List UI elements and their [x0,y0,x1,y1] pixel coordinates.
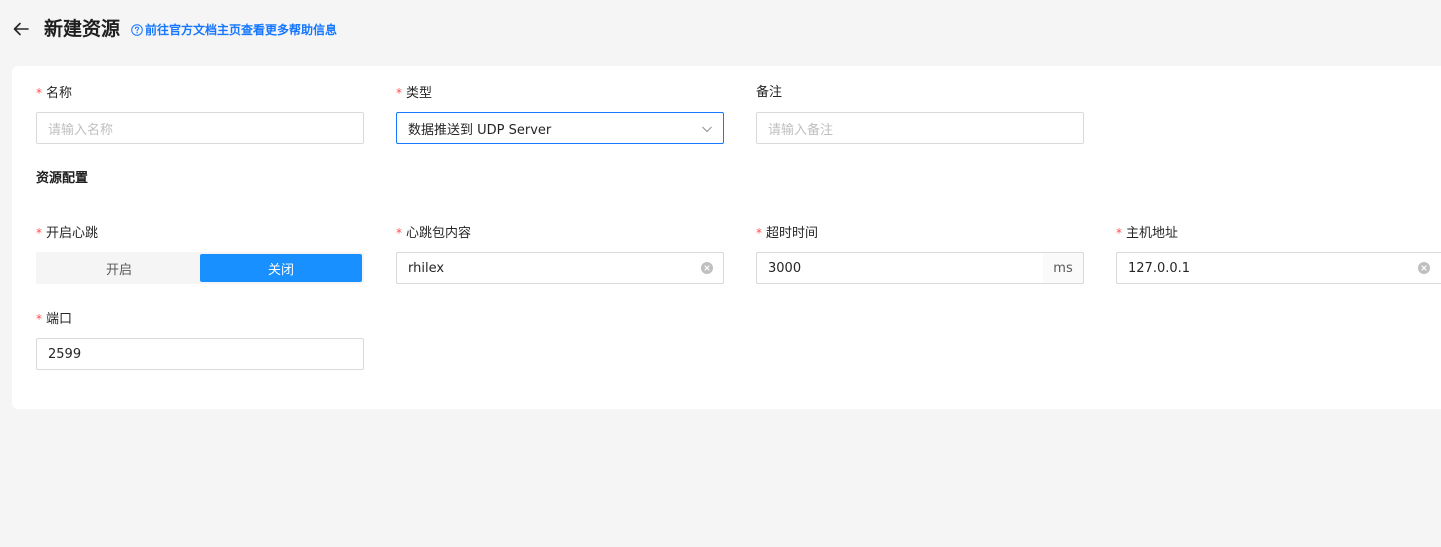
required-mark: * [36,312,42,326]
section-title: 资源配置 [36,171,89,186]
remark-input[interactable]: 请输入备注 [756,112,1084,144]
help-link[interactable]: 前往官方文档主页查看更多帮助信息 [131,22,337,38]
type-select[interactable]: 数据推送到 UDP Server [396,112,724,144]
heartbeat-content-input[interactable]: rhilex [396,252,724,284]
required-mark: * [396,86,402,100]
page-header: 新建资源 前往官方文档主页查看更多帮助信息 [0,0,1441,60]
timeout-label: * 超时时间 [756,226,819,241]
arrow-left-icon[interactable] [11,19,31,39]
name-label: * 名称 [36,86,73,101]
type-label: * 类型 [396,86,433,101]
port-input[interactable]: 2599 [36,338,364,370]
heartbeat-content-value: rhilex [408,260,445,276]
question-circle-icon [131,24,143,36]
heartbeat-label: * 开启心跳 [36,226,99,241]
heartbeat-option-off[interactable]: 关闭 [200,254,362,282]
chevron-down-icon [702,126,712,133]
close-circle-icon[interactable] [1418,262,1430,274]
help-link-text: 前往官方文档主页查看更多帮助信息 [145,23,338,37]
page-title: 新建资源 [44,18,121,40]
required-mark: * [1116,226,1122,240]
required-mark: * [36,226,42,240]
close-circle-icon[interactable] [701,262,713,274]
name-input[interactable]: 请输入名称 [36,112,364,144]
type-select-value: 数据推送到 UDP Server [408,122,552,138]
heartbeat-segmented: 开启 关闭 [36,252,364,284]
required-mark: * [396,226,402,240]
required-mark: * [36,86,42,100]
timeout-unit-addon: ms [1043,252,1084,284]
host-value: 127.0.0.1 [1128,260,1191,276]
host-input[interactable]: 127.0.0.1 [1116,252,1441,284]
heartbeat-content-label: * 心跳包内容 [396,226,472,241]
required-mark: * [756,226,762,240]
host-label: * 主机地址 [1116,226,1179,241]
port-label: * 端口 [36,312,73,327]
remark-label: 备注 [756,85,783,100]
heartbeat-option-on[interactable]: 开启 [38,254,200,282]
timeout-input[interactable]: 3000 [756,252,1044,284]
